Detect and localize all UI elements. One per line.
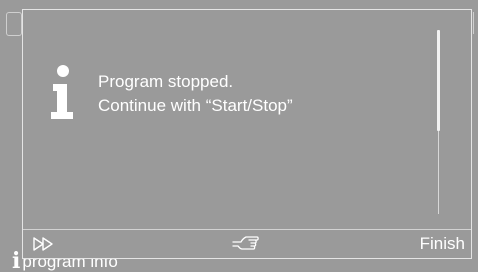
finish-button[interactable]: Finish bbox=[420, 233, 465, 255]
fast-forward-icon[interactable] bbox=[32, 235, 56, 253]
background-tab-fragment-right bbox=[473, 12, 478, 34]
dialog-footer: Finish bbox=[23, 229, 471, 258]
screen: i program info Program stopped. Continue… bbox=[0, 0, 478, 272]
info-small-icon: i bbox=[12, 248, 21, 272]
message-line-1: Program stopped. bbox=[98, 72, 234, 91]
message-text: Program stopped. Continue with “Start/St… bbox=[98, 70, 293, 118]
scrollbar[interactable] bbox=[437, 30, 440, 214]
message-line-2: Continue with “Start/Stop” bbox=[98, 96, 293, 115]
background-tab-fragment bbox=[6, 12, 22, 36]
pointing-hand-icon[interactable] bbox=[231, 234, 261, 254]
info-icon bbox=[51, 65, 73, 119]
message-dialog: Program stopped. Continue with “Start/St… bbox=[22, 9, 472, 259]
scroll-thumb[interactable] bbox=[437, 30, 440, 131]
